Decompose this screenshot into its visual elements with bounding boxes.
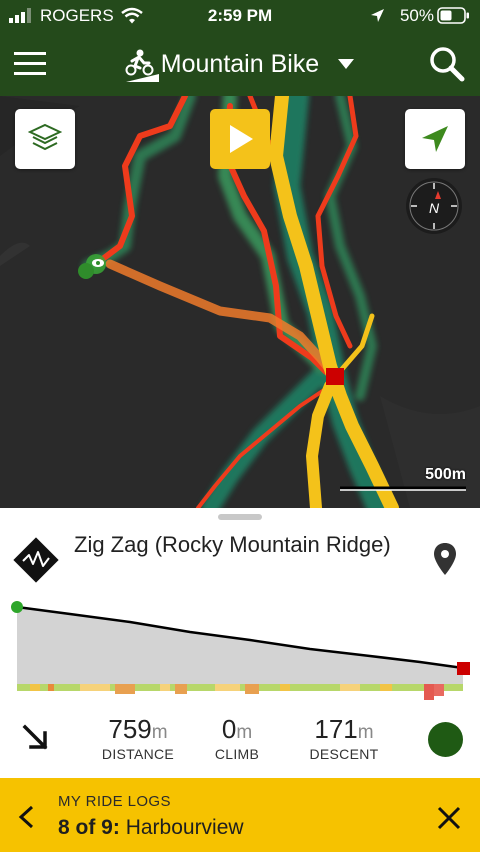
- descent-arrow-icon: [22, 724, 48, 750]
- trail-map[interactable]: N 500m: [0, 96, 480, 508]
- elevation-profile[interactable]: [10, 600, 475, 702]
- ride-log-title: 8 of 9: Harbourview: [58, 816, 244, 839]
- ride-logs-label: MY RIDE LOGS: [58, 793, 171, 810]
- descent-value: 171m: [314, 714, 374, 744]
- signal-icon: [9, 8, 31, 23]
- search-icon[interactable]: [429, 46, 465, 82]
- trail-logo-icon: [13, 537, 59, 583]
- distance-value: 759m: [108, 714, 168, 744]
- status-bar: ROGERS 2:59 PM 50%: [0, 0, 480, 32]
- locate-button[interactable]: [405, 109, 465, 169]
- mountain-bike-icon[interactable]: [124, 49, 160, 83]
- caret-down-icon[interactable]: [338, 59, 354, 69]
- close-icon[interactable]: [437, 806, 461, 830]
- wifi-icon: [121, 7, 143, 24]
- sheet-drag-handle[interactable]: [218, 514, 262, 520]
- locate-arrow-icon: [422, 126, 448, 152]
- compass-button[interactable]: N: [405, 177, 463, 235]
- play-icon: [230, 125, 253, 153]
- trail-name: Zig Zag (Rocky Mountain Ridge): [74, 532, 391, 557]
- climb-label: CLIMB: [214, 746, 260, 762]
- climb-value: 0m: [221, 714, 253, 744]
- location-pin-icon[interactable]: [433, 542, 457, 576]
- layers-button[interactable]: [15, 109, 75, 169]
- compass-icon: N: [406, 178, 462, 234]
- battery-percent: 50%: [399, 6, 434, 25]
- trail-sheet[interactable]: Zig Zag (Rocky Mountain Ridge) 759m DIST…: [0, 508, 480, 778]
- play-button[interactable]: [210, 109, 270, 169]
- menu-icon[interactable]: [14, 52, 46, 76]
- app-header: Mountain Bike: [0, 32, 480, 96]
- difficulty-dot-icon: [428, 722, 463, 757]
- location-services-icon: [371, 9, 384, 22]
- compass-north-label: N: [429, 200, 440, 216]
- layers-icon: [28, 123, 62, 151]
- activity-title[interactable]: Mountain Bike: [0, 50, 480, 79]
- back-chevron-icon[interactable]: [18, 805, 34, 829]
- ride-logs-bar[interactable]: MY RIDE LOGS 8 of 9: Harbourview: [0, 778, 480, 852]
- map-scale-label: 500m: [425, 466, 466, 483]
- distance-label: DISTANCE: [101, 746, 175, 762]
- carrier-name: ROGERS: [40, 6, 114, 25]
- descent-label: DESCENT: [309, 746, 379, 762]
- battery-icon: [437, 7, 469, 24]
